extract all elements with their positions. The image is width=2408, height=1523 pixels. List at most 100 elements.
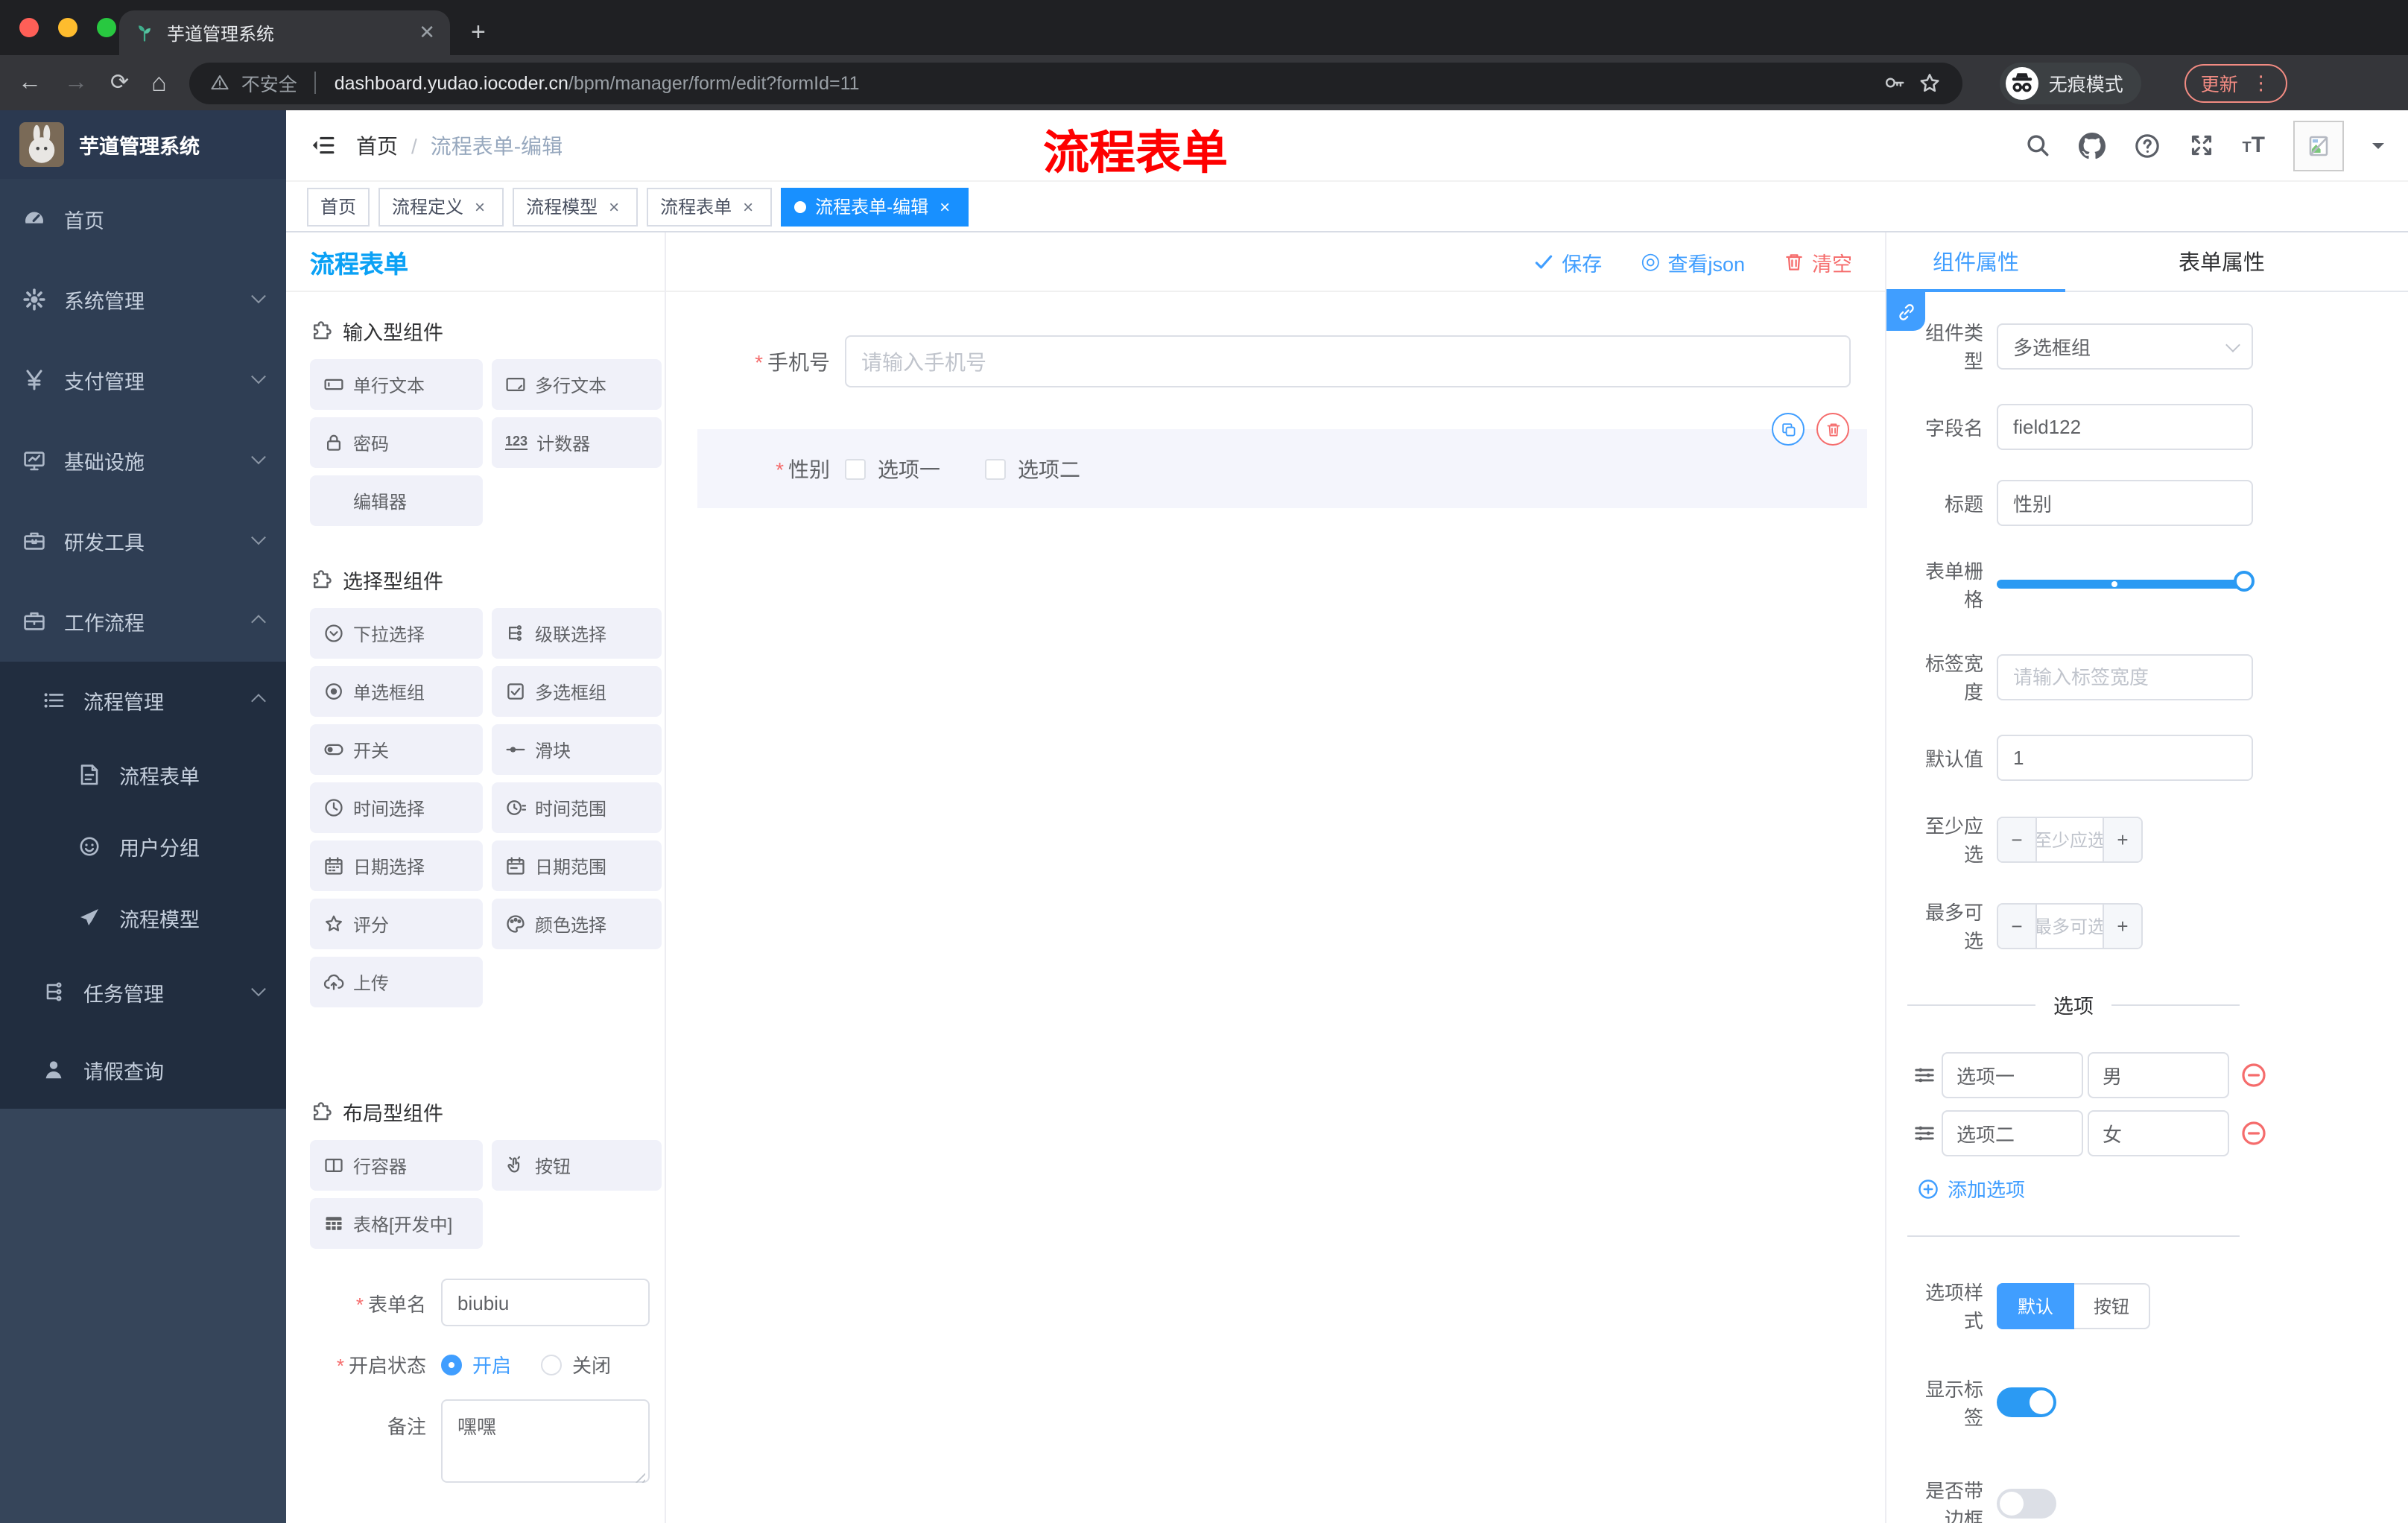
browser-menu-icon[interactable]: ⋮: [2252, 71, 2271, 95]
remark-textarea[interactable]: 嘿嘿: [441, 1399, 650, 1483]
save-button[interactable]: 保存: [1533, 247, 1602, 276]
style-default-button[interactable]: 默认: [1997, 1282, 2075, 1329]
tag-process-form-edit[interactable]: 流程表单-编辑: [781, 187, 969, 226]
insecure-label[interactable]: 不安全: [241, 69, 297, 97]
avatar[interactable]: [2293, 120, 2344, 171]
remove-option-icon[interactable]: [2241, 1121, 2266, 1146]
slider-handle[interactable]: [2234, 571, 2255, 592]
password-key-icon[interactable]: [1883, 72, 1906, 94]
status-on-radio[interactable]: [441, 1354, 462, 1375]
sidebar-item-user-group[interactable]: 用户分组: [0, 811, 286, 882]
grid-slider[interactable]: [1997, 571, 2255, 592]
tag-process-model[interactable]: 流程模型: [513, 187, 639, 226]
sidebar-item-process-form[interactable]: 流程表单: [0, 739, 286, 811]
gender-option-2[interactable]: 选项二: [985, 454, 1080, 484]
help-icon[interactable]: [2133, 132, 2160, 159]
link-tab[interactable]: [1886, 292, 1925, 331]
bookmark-star-icon[interactable]: [1918, 71, 1942, 95]
close-icon[interactable]: [738, 196, 758, 217]
decrease-button[interactable]: −: [1998, 904, 2037, 947]
back-icon[interactable]: ←: [18, 70, 42, 95]
close-icon[interactable]: [469, 196, 490, 217]
sidebar-item-infra[interactable]: 基础设施: [0, 420, 286, 501]
sidebar-item-leave-query[interactable]: 请假查询: [0, 1031, 286, 1109]
component-tile-radio-group[interactable]: 单选框组: [310, 666, 483, 717]
sidebar-item-system[interactable]: 系统管理: [0, 259, 286, 340]
add-option-button[interactable]: 添加选项: [1886, 1174, 2408, 1203]
increase-button[interactable]: +: [2103, 904, 2141, 947]
tab-component-props[interactable]: 组件属性: [1886, 232, 2065, 292]
component-tile-button[interactable]: 按钮: [492, 1140, 662, 1191]
option-value-input[interactable]: [2088, 1110, 2229, 1156]
component-tile-password[interactable]: 密码: [310, 417, 483, 468]
search-icon[interactable]: [2024, 133, 2050, 158]
component-tile-multi-text[interactable]: 多行文本: [492, 359, 662, 410]
style-button-button[interactable]: 按钮: [2074, 1282, 2151, 1329]
increase-button[interactable]: +: [2103, 817, 2141, 861]
tag-process-definition[interactable]: 流程定义: [378, 187, 504, 226]
status-off-radio[interactable]: [541, 1354, 563, 1375]
max-select-value[interactable]: 最多可选: [2037, 904, 2103, 947]
component-type-select[interactable]: 多选框组: [1997, 323, 2253, 369]
component-tile-color-picker[interactable]: 颜色选择: [492, 899, 662, 949]
component-tile-dropdown[interactable]: 下拉选择: [310, 608, 483, 659]
reload-icon[interactable]: ⟳: [110, 72, 129, 94]
sidebar-item-devtools[interactable]: 研发工具: [0, 501, 286, 581]
close-icon[interactable]: [603, 196, 624, 217]
title-input[interactable]: [1997, 480, 2253, 526]
option-value-input[interactable]: [2088, 1052, 2229, 1098]
address-bar[interactable]: 不安全 dashboard.yudao.iocoder.cn/bpm/manag…: [188, 62, 1962, 104]
breadcrumb-home[interactable]: 首页: [356, 130, 398, 160]
font-size-icon[interactable]: TT: [2242, 134, 2265, 156]
component-tile-date-range[interactable]: 日期范围: [492, 840, 662, 891]
default-value-input[interactable]: [1997, 735, 2253, 781]
canvas-field-gender-selected[interactable]: 性别 选项一 选项二: [697, 413, 1867, 508]
component-tile-date-picker[interactable]: 日期选择: [310, 840, 483, 891]
browser-tab[interactable]: 芋道管理系统 ✕: [119, 10, 450, 55]
component-tile-row-container[interactable]: 行容器: [310, 1140, 483, 1191]
component-tile-rate[interactable]: 评分: [310, 899, 483, 949]
component-tile-checkbox-group[interactable]: 多选框组: [492, 666, 662, 717]
option-label-input[interactable]: [1942, 1110, 2083, 1156]
sidebar-item-home[interactable]: 首页: [0, 179, 286, 259]
component-tile-counter[interactable]: 123 计数器: [492, 417, 662, 468]
phone-input[interactable]: [845, 335, 1851, 387]
border-toggle[interactable]: [1997, 1489, 2056, 1519]
component-tile-editor[interactable]: 编辑器: [310, 475, 483, 526]
component-tile-time-range[interactable]: 时间范围: [492, 782, 662, 833]
component-tile-time-picker[interactable]: 时间选择: [310, 782, 483, 833]
delete-component-button[interactable]: [1816, 413, 1849, 446]
minimize-window-button[interactable]: [58, 18, 77, 37]
checkbox-icon[interactable]: [845, 458, 866, 479]
clear-button[interactable]: 清空: [1784, 247, 1852, 276]
update-browser-button[interactable]: 更新 ⋮: [2184, 63, 2287, 102]
github-icon[interactable]: [2078, 132, 2105, 159]
field-name-input[interactable]: [1997, 404, 2253, 450]
component-tile-switch[interactable]: 开关: [310, 724, 483, 775]
status-on-label[interactable]: 开启: [472, 1350, 511, 1378]
canvas-field-phone[interactable]: 手机号: [666, 335, 1885, 387]
sidebar-item-process-model[interactable]: 流程模型: [0, 882, 286, 954]
avatar-caret-icon[interactable]: [2372, 142, 2384, 154]
url-text[interactable]: dashboard.yudao.iocoder.cn/bpm/manager/f…: [335, 72, 860, 93]
remove-option-icon[interactable]: [2241, 1063, 2266, 1088]
tag-home[interactable]: 首页: [307, 187, 370, 226]
drag-handle-icon[interactable]: [1913, 1122, 1936, 1144]
gender-option-1[interactable]: 选项一: [845, 454, 940, 484]
show-label-toggle[interactable]: [1997, 1387, 2056, 1417]
close-window-button[interactable]: [19, 18, 39, 37]
sidebar-item-payment[interactable]: 支付管理: [0, 340, 286, 420]
tag-process-form[interactable]: 流程表单: [647, 187, 773, 226]
maximize-window-button[interactable]: [97, 18, 116, 37]
component-tile-table[interactable]: 表格[开发中]: [310, 1198, 483, 1249]
component-tile-upload[interactable]: 上传: [310, 957, 483, 1007]
close-tab-icon[interactable]: ✕: [419, 21, 435, 45]
drag-handle-icon[interactable]: [1913, 1064, 1936, 1086]
label-width-input[interactable]: [1997, 653, 2253, 700]
close-icon[interactable]: [934, 196, 955, 217]
form-name-input[interactable]: [441, 1279, 650, 1326]
home-icon[interactable]: ⌂: [151, 70, 167, 95]
sidebar-item-process-mgmt[interactable]: 流程管理: [0, 662, 286, 739]
min-select-value[interactable]: 至少应选: [2037, 817, 2103, 861]
fullscreen-icon[interactable]: [2188, 133, 2214, 158]
